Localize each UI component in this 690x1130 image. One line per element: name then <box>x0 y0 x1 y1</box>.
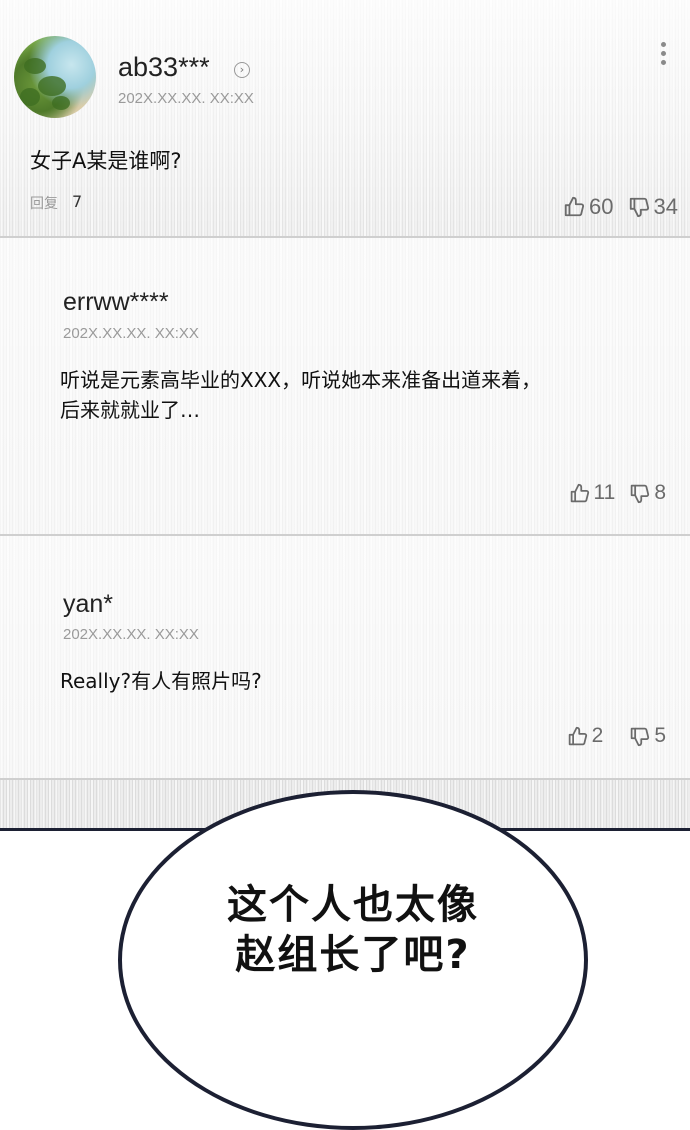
reply-text: Really?有人有照片吗? <box>60 666 660 696</box>
vote-bar: 2 5 <box>567 724 666 748</box>
thumbs-down-icon[interactable] <box>628 196 650 218</box>
like-count: 60 <box>589 194 614 219</box>
divider <box>0 778 690 780</box>
like-count: 2 <box>591 724 604 747</box>
main-comment: ab33*** › 202X.XX.XX. XX:XX 女子A某是谁啊? 回复 … <box>0 0 690 236</box>
thumbs-up-icon[interactable] <box>563 196 585 218</box>
avatar[interactable] <box>14 36 96 118</box>
vote-bar: 11 8 <box>569 481 666 505</box>
reply-username[interactable]: errww**** <box>63 288 169 317</box>
dislike-count: 5 <box>654 724 666 747</box>
vote-bar: 60 34 <box>563 194 678 220</box>
thumbs-down-icon[interactable] <box>629 726 650 747</box>
thumbs-up-icon[interactable] <box>569 483 590 504</box>
dislike-count: 34 <box>653 194 678 219</box>
comment-screen: ab33*** › 202X.XX.XX. XX:XX 女子A某是谁啊? 回复 … <box>0 0 690 830</box>
thumbs-down-icon[interactable] <box>629 483 650 504</box>
more-vertical-icon[interactable] <box>658 42 668 68</box>
reply-label[interactable]: 回复 <box>30 193 58 213</box>
reply-text-line: 后来就就业了… <box>60 398 200 422</box>
reply-text: 听说是元素高毕业的XXX，听说她本来准备出道来着， 后来就就业了… <box>60 365 660 425</box>
chevron-right-circle-icon[interactable]: › <box>234 62 250 78</box>
speech-line: 这个人也太像 <box>227 882 479 928</box>
reply-count[interactable]: 7 <box>72 192 82 211</box>
reply-username[interactable]: yan* <box>63 590 113 619</box>
reply-text-line: 听说是元素高毕业的XXX，听说她本来准备出道来着， <box>60 368 542 392</box>
reply-date: 202X.XX.XX. XX:XX <box>63 325 199 342</box>
speech-bubble-text: 这个人也太像 赵组长了吧? <box>118 880 588 980</box>
thumbs-up-icon[interactable] <box>567 726 588 747</box>
dislike-count: 8 <box>654 481 666 504</box>
comment-username[interactable]: ab33*** <box>118 52 210 83</box>
reply-text-line: Really?有人有照片吗? <box>60 669 262 693</box>
reply-item: yan* 202X.XX.XX. XX:XX Really?有人有照片吗? 2 … <box>0 536 690 778</box>
comment-text: 女子A某是谁啊? <box>30 149 182 173</box>
reply-item: errww**** 202X.XX.XX. XX:XX 听说是元素高毕业的XXX… <box>0 238 690 534</box>
speech-line: 赵组长了吧? <box>235 932 471 978</box>
comment-date: 202X.XX.XX. XX:XX <box>118 90 254 107</box>
reply-date: 202X.XX.XX. XX:XX <box>63 626 199 643</box>
like-count: 11 <box>593 481 616 504</box>
